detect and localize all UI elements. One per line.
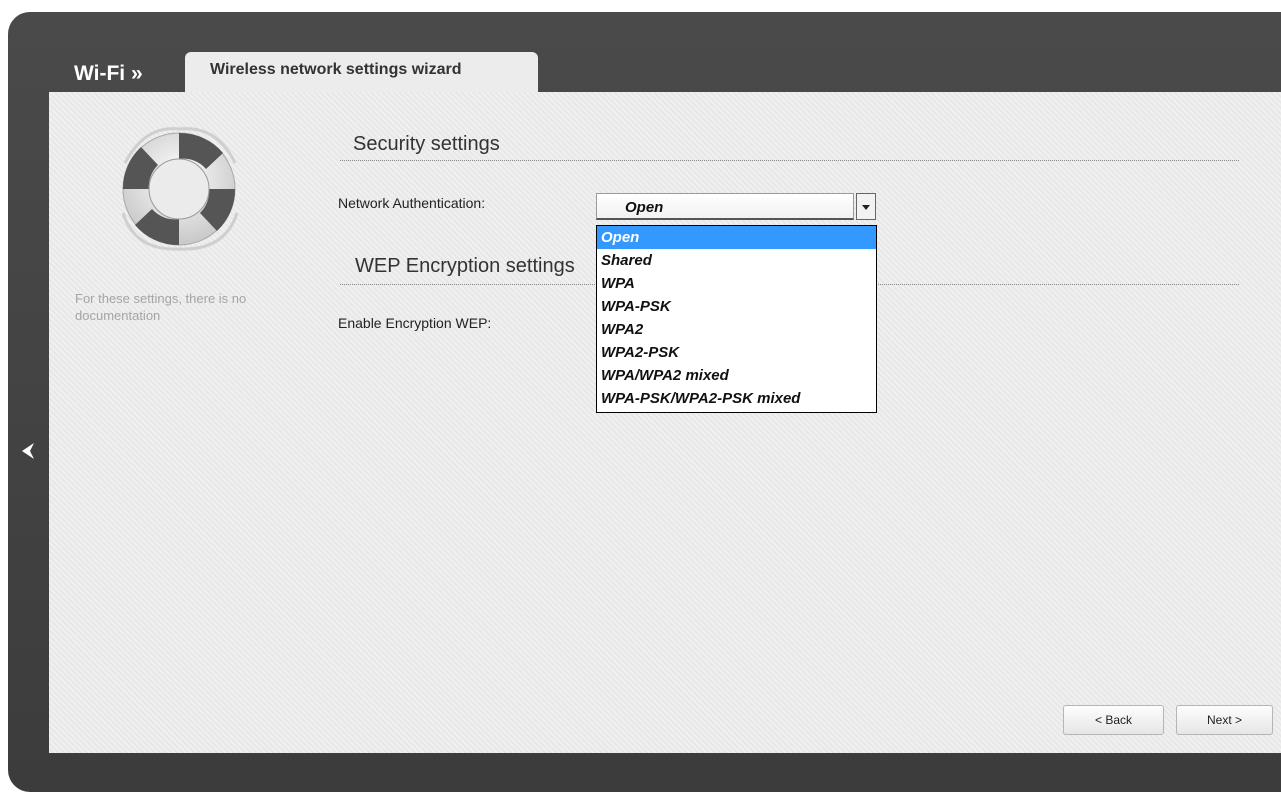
network-authentication-label: Network Authentication: xyxy=(338,195,486,211)
enable-encryption-wep-label: Enable Encryption WEP: xyxy=(338,315,492,331)
network-authentication-select[interactable]: Open xyxy=(596,193,854,220)
chevron-down-icon[interactable] xyxy=(856,193,876,220)
chevron-left-icon[interactable] xyxy=(18,440,40,462)
option-shared[interactable]: Shared xyxy=(597,249,876,272)
option-wpa-wpa2-mixed[interactable]: WPA/WPA2 mixed xyxy=(597,364,876,387)
option-wpa[interactable]: WPA xyxy=(597,272,876,295)
option-wpa-psk-wpa2-psk-mixed[interactable]: WPA-PSK/WPA2-PSK mixed xyxy=(597,387,876,410)
tab-wizard[interactable]: Wireless network settings wizard xyxy=(185,52,538,92)
authentication-dropdown-list: Open Shared WPA WPA-PSK WPA2 WPA2-PSK WP… xyxy=(596,225,877,413)
wep-encryption-heading: WEP Encryption settings xyxy=(355,255,575,277)
lifebuoy-icon xyxy=(121,127,239,251)
security-settings-heading: Security settings xyxy=(353,133,500,155)
option-wpa-psk[interactable]: WPA-PSK xyxy=(597,295,876,318)
option-open[interactable]: Open xyxy=(597,226,876,249)
option-wpa2[interactable]: WPA2 xyxy=(597,318,876,341)
back-button[interactable]: < Back xyxy=(1063,705,1164,735)
documentation-note: For these settings, there is no document… xyxy=(75,291,247,323)
next-button[interactable]: Next > xyxy=(1176,705,1273,735)
section-title: Wi-Fi » xyxy=(74,62,143,85)
divider xyxy=(340,160,1239,161)
option-wpa2-psk[interactable]: WPA2-PSK xyxy=(597,341,876,364)
